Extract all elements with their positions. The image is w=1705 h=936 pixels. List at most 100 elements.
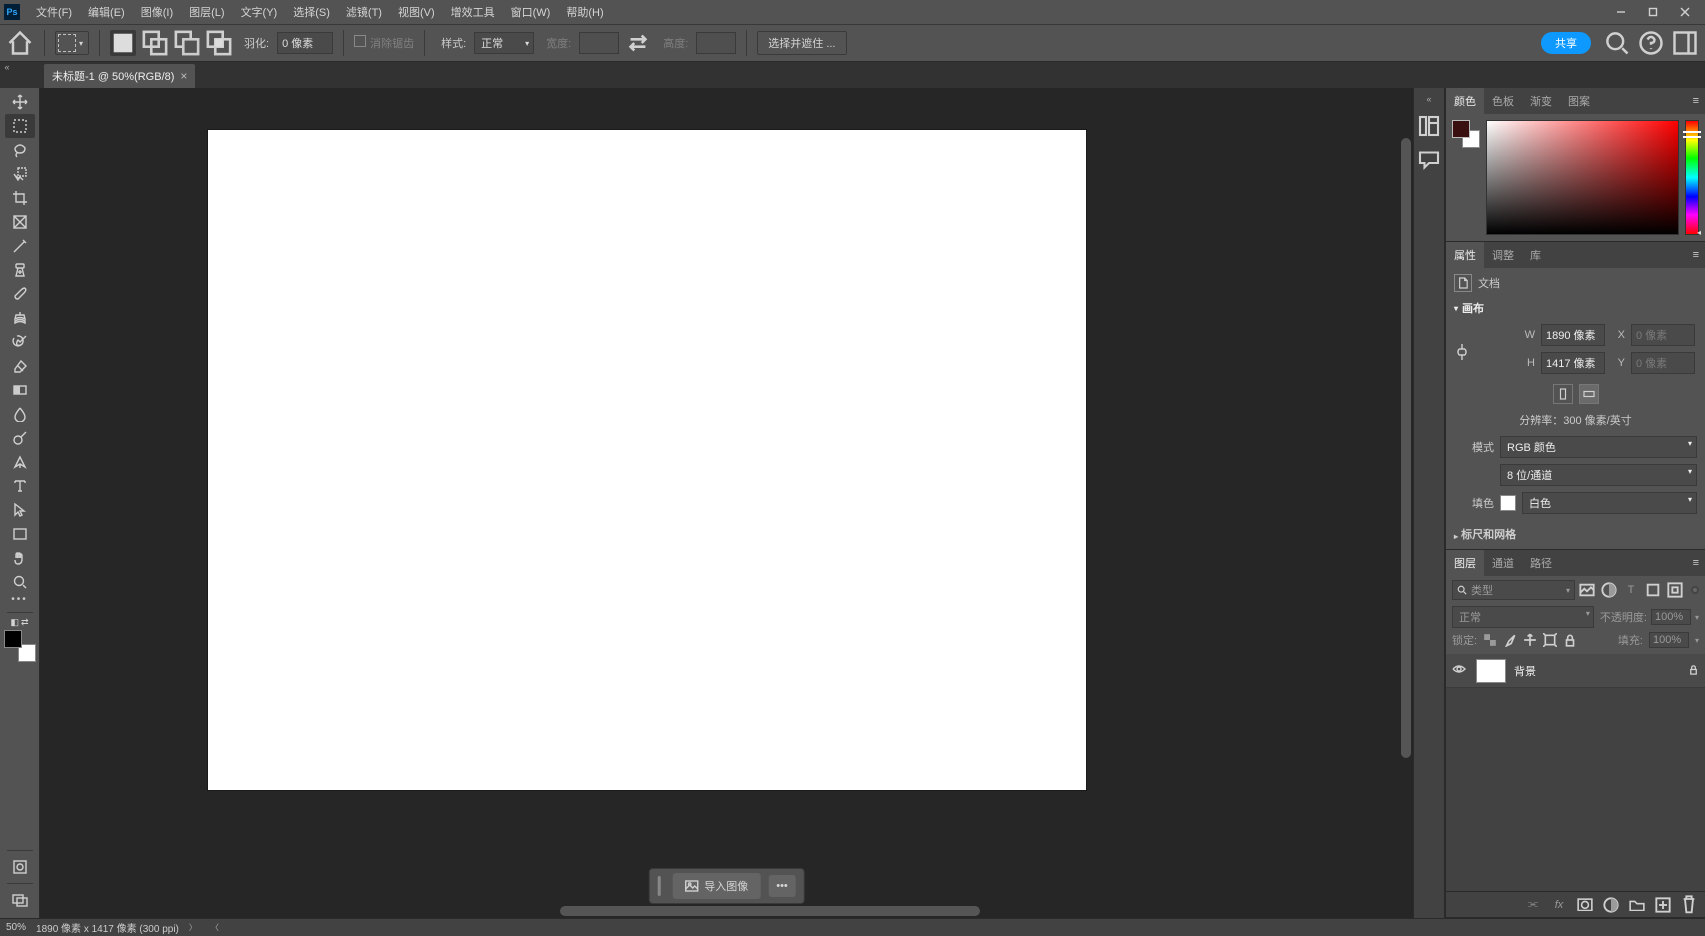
brush-tool[interactable]: [5, 282, 35, 306]
panel-menu-icon[interactable]: ≡: [1687, 550, 1705, 576]
tab-layers[interactable]: 图层: [1446, 550, 1484, 576]
move-tool[interactable]: [5, 90, 35, 114]
chevron-right-icon[interactable]: 〉: [189, 922, 197, 933]
link-layers-icon[interactable]: ⫘: [1525, 897, 1541, 913]
style-select[interactable]: 正常: [474, 32, 534, 54]
group-icon[interactable]: [1629, 897, 1645, 913]
panel-collapse-handle[interactable]: «: [1426, 94, 1431, 104]
eraser-tool[interactable]: [5, 354, 35, 378]
selection-add-button[interactable]: [142, 30, 168, 56]
filter-adjustment-icon[interactable]: [1601, 582, 1617, 598]
selection-new-button[interactable]: [110, 30, 136, 56]
menu-help[interactable]: 帮助(H): [558, 0, 611, 24]
panel-menu-icon[interactable]: ≡: [1687, 242, 1705, 268]
tab-color[interactable]: 颜色: [1446, 88, 1484, 114]
share-button[interactable]: 共享: [1541, 32, 1591, 54]
type-tool[interactable]: [5, 474, 35, 498]
menu-edit[interactable]: 编辑(E): [80, 0, 133, 24]
drag-handle-icon[interactable]: [657, 876, 660, 896]
lock-all-icon[interactable]: [1563, 633, 1577, 647]
zoom-tool[interactable]: [5, 570, 35, 594]
visibility-icon[interactable]: [1452, 664, 1468, 677]
adjustment-layer-icon[interactable]: [1603, 897, 1619, 913]
lock-position-icon[interactable]: [1523, 633, 1537, 647]
select-and-mask-button[interactable]: 选择并遮住 ...: [757, 31, 846, 55]
selection-subtract-button[interactable]: [174, 30, 200, 56]
document-tab[interactable]: 未标题-1 @ 50%(RGB/8) ×: [44, 64, 195, 88]
clone-stamp-tool[interactable]: [5, 306, 35, 330]
hue-slider[interactable]: ◂: [1685, 120, 1699, 235]
tab-gradients[interactable]: 渐变: [1522, 88, 1560, 114]
lasso-tool[interactable]: [5, 138, 35, 162]
window-maximize-button[interactable]: [1637, 2, 1669, 22]
pen-tool[interactable]: [5, 450, 35, 474]
more-options-button[interactable]: •••: [768, 875, 796, 897]
panel-fg-swatch[interactable]: [1452, 120, 1470, 138]
tab-paths[interactable]: 路径: [1522, 550, 1560, 576]
width-value[interactable]: 1890 像素: [1541, 324, 1605, 346]
lock-transparency-icon[interactable]: [1483, 633, 1497, 647]
chevron-left-icon[interactable]: 〈: [211, 922, 219, 933]
section-ruler-grid[interactable]: ▸ 标尺和网格: [1454, 520, 1697, 542]
menu-layer[interactable]: 图层(L): [181, 0, 232, 24]
default-colors-icon[interactable]: ◧: [10, 617, 19, 628]
layer-style-icon[interactable]: fx: [1551, 897, 1567, 913]
edit-toolbar-button[interactable]: •••: [11, 594, 28, 608]
layer-thumbnail[interactable]: [1476, 659, 1506, 683]
color-picker-cube[interactable]: [1486, 120, 1679, 235]
filter-smartobject-icon[interactable]: [1667, 582, 1683, 598]
swap-colors-icon[interactable]: ⇄: [21, 617, 29, 628]
workspace-switcher-button[interactable]: [1671, 29, 1699, 57]
tool-preset-picker[interactable]: ▾: [55, 31, 89, 55]
layer-mask-icon[interactable]: [1577, 897, 1593, 913]
tab-channels[interactable]: 通道: [1484, 550, 1522, 576]
tab-adjustments[interactable]: 调整: [1484, 242, 1522, 268]
close-icon[interactable]: ×: [180, 69, 187, 83]
color-swatches[interactable]: [4, 630, 36, 662]
fill-color-swatch[interactable]: [1500, 495, 1516, 511]
marquee-tool[interactable]: [5, 114, 35, 138]
mode-select[interactable]: RGB 颜色: [1500, 436, 1697, 458]
shape-tool[interactable]: [5, 522, 35, 546]
history-brush-tool[interactable]: [5, 330, 35, 354]
horizontal-scrollbar[interactable]: [320, 904, 1397, 918]
tab-properties[interactable]: 属性: [1446, 242, 1484, 268]
dodge-tool[interactable]: [5, 426, 35, 450]
menu-window[interactable]: 窗口(W): [503, 0, 559, 24]
quick-mask-button[interactable]: [5, 855, 35, 879]
menu-plugins[interactable]: 增效工具: [443, 0, 503, 24]
zoom-level[interactable]: 50%: [6, 922, 26, 933]
tab-libraries[interactable]: 库: [1522, 242, 1549, 268]
home-button[interactable]: [6, 29, 34, 57]
gradient-tool[interactable]: [5, 378, 35, 402]
menu-file[interactable]: 文件(F): [28, 0, 80, 24]
layer-item[interactable]: 背景: [1446, 654, 1705, 688]
selection-intersect-button[interactable]: [206, 30, 232, 56]
menu-type[interactable]: 文字(Y): [233, 0, 286, 24]
filter-toggle[interactable]: [1691, 586, 1699, 594]
canvas-area[interactable]: 导入图像 •••: [40, 88, 1413, 918]
hand-tool[interactable]: [5, 546, 35, 570]
screen-mode-button[interactable]: [5, 888, 35, 912]
window-minimize-button[interactable]: [1605, 2, 1637, 22]
toolbar-collapse-handle[interactable]: «: [0, 62, 14, 74]
opacity-value[interactable]: 100%: [1651, 609, 1691, 625]
search-button[interactable]: [1603, 29, 1631, 57]
tab-swatches[interactable]: 色板: [1484, 88, 1522, 114]
menu-select[interactable]: 选择(S): [285, 0, 338, 24]
blend-mode-select[interactable]: 正常: [1452, 606, 1594, 628]
panel-menu-icon[interactable]: ≡: [1687, 88, 1705, 114]
document-dimensions[interactable]: 1890 像素 x 1417 像素 (300 ppi): [36, 920, 179, 935]
filter-pixel-icon[interactable]: [1579, 582, 1595, 598]
bit-depth-select[interactable]: 8 位/通道: [1500, 464, 1697, 486]
comments-panel-icon[interactable]: [1417, 148, 1441, 172]
tab-patterns[interactable]: 图案: [1560, 88, 1598, 114]
trash-icon[interactable]: [1681, 897, 1697, 913]
help-button[interactable]: [1637, 29, 1665, 57]
link-wh-icon[interactable]: [1454, 342, 1470, 362]
lock-artboard-icon[interactable]: [1543, 633, 1557, 647]
new-layer-icon[interactable]: [1655, 897, 1671, 913]
menu-image[interactable]: 图像(I): [133, 0, 181, 24]
orientation-landscape-button[interactable]: [1579, 384, 1599, 404]
layer-name[interactable]: 背景: [1514, 663, 1680, 679]
